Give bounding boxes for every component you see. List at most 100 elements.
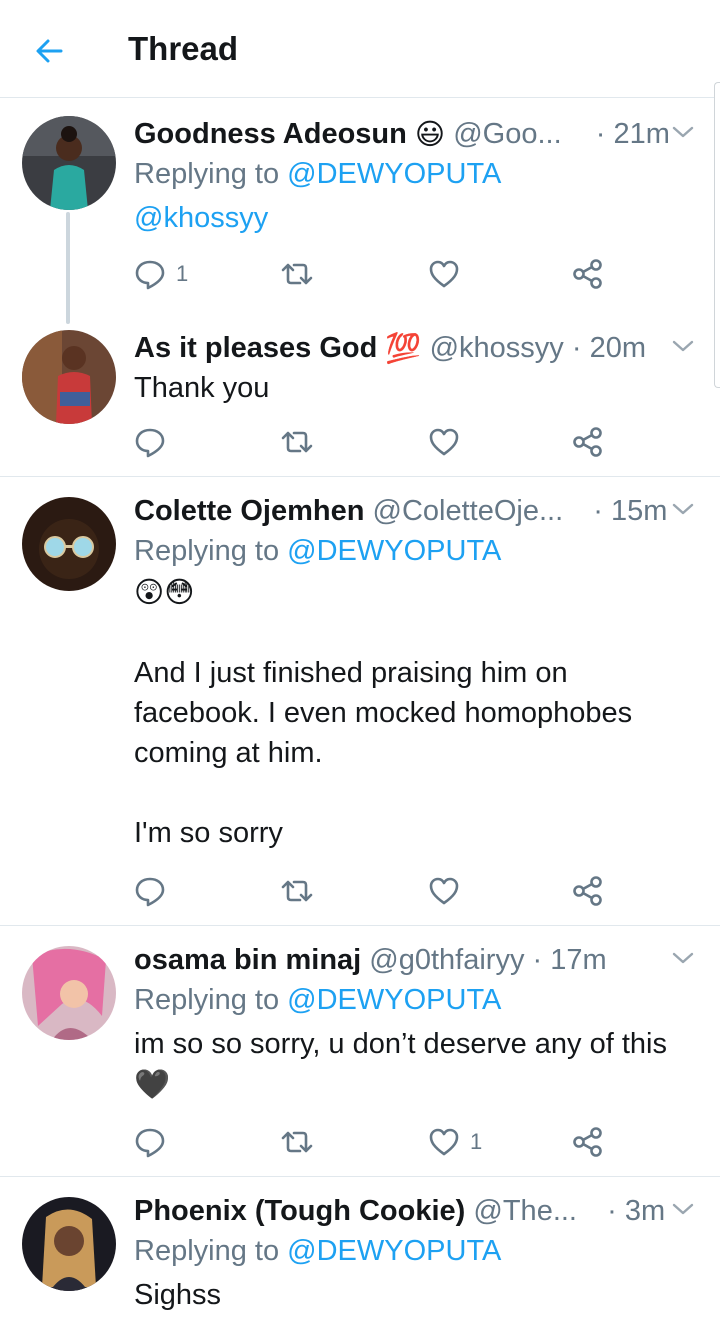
like-button[interactable]: 1: [428, 1122, 482, 1162]
reply-button[interactable]: [134, 871, 176, 911]
reply-icon: [135, 428, 165, 458]
like-count: 1: [470, 1129, 483, 1154]
tweet[interactable]: Phoenix (Tough Cookie) @The... · 3m Repl…: [0, 1177, 720, 1340]
reply-button[interactable]: [134, 422, 176, 462]
back-arrow-icon: [36, 39, 63, 63]
like-icon: [429, 428, 459, 456]
like-button[interactable]: [428, 871, 470, 911]
time-separator: ·: [532, 944, 543, 976]
username[interactable]: @ColetteOje...: [373, 495, 564, 527]
reply-mention-link[interactable]: @DEWYOPUTA: [287, 984, 501, 1016]
tweet-actions: 1: [134, 254, 614, 294]
caret-down-icon[interactable]: [670, 499, 696, 519]
share-button[interactable]: [572, 254, 604, 294]
caret-down-icon[interactable]: [670, 948, 696, 968]
reply-button[interactable]: 1: [134, 254, 188, 294]
like-icon: [429, 260, 459, 288]
like-button[interactable]: [428, 422, 470, 462]
username[interactable]: @g0thfairyy: [369, 944, 524, 976]
reply-button[interactable]: [134, 1122, 176, 1162]
username[interactable]: @The...: [473, 1195, 577, 1227]
reply-count: 1: [176, 261, 189, 286]
reply-mention-link[interactable]: @DEWYOPUTA: [287, 535, 501, 567]
retweet-button[interactable]: [280, 871, 314, 911]
replying-to: Replying to @DEWYOPUTA: [134, 154, 700, 194]
top-bar: Thread: [0, 0, 720, 98]
tweet-text-2: I'm so sorry: [134, 817, 283, 849]
reply-mention-link[interactable]: @DEWYOPUTA: [287, 158, 501, 190]
retweet-button[interactable]: [280, 1122, 314, 1162]
replying-to-label: Replying to: [134, 535, 280, 567]
retweet-icon: [281, 431, 313, 453]
replying-to: Replying to @DEWYOPUTA: [134, 1231, 700, 1271]
avatar[interactable]: [22, 330, 116, 424]
retweet-icon: [281, 1131, 313, 1153]
share-icon: [573, 1127, 602, 1157]
display-name[interactable]: As it pleases God: [134, 332, 377, 364]
reply-mention-link[interactable]: @DEWYOPUTA: [287, 1235, 501, 1267]
caret-down-icon[interactable]: [670, 336, 696, 356]
share-button[interactable]: [572, 422, 604, 462]
like-icon: [429, 1128, 459, 1156]
tweet-actions: [134, 871, 614, 911]
username[interactable]: @khossyy: [430, 332, 564, 364]
tweet[interactable]: As it pleases God 💯 @khossyy · 20m Thank…: [0, 318, 720, 476]
avatar[interactable]: [22, 946, 116, 1040]
share-button[interactable]: [572, 871, 604, 911]
name-emoji: 💯: [385, 333, 422, 366]
tweet-emojis: 😲😳: [134, 577, 195, 609]
timestamp[interactable]: 3m: [625, 1195, 665, 1227]
thread-line: [66, 212, 70, 324]
retweet-icon: [281, 880, 313, 902]
display-name[interactable]: osama bin minaj: [134, 944, 361, 976]
tweet-text-content: im so so sorry, u don’t deserve any of t…: [134, 1028, 667, 1060]
back-button[interactable]: [26, 28, 72, 74]
time-separator: ·: [595, 118, 606, 150]
tweet-text: Sighss: [134, 1279, 222, 1311]
caret-down-icon[interactable]: [670, 1199, 696, 1219]
display-name[interactable]: Phoenix (Tough Cookie): [134, 1195, 465, 1227]
caret-down-icon[interactable]: [670, 122, 696, 142]
heart-emoji: 🖤: [134, 1069, 171, 1102]
tweet-text: And I just finished praising him on face…: [134, 657, 633, 769]
avatar[interactable]: [22, 116, 116, 210]
avatar[interactable]: [22, 1197, 116, 1291]
tweet[interactable]: osama bin minaj @g0thfairyy · 17m Replyi…: [0, 926, 720, 1176]
reply-icon: [135, 877, 165, 907]
retweet-icon: [281, 263, 313, 285]
mention-link[interactable]: @khossyy: [134, 202, 268, 234]
page-title: Thread: [128, 30, 239, 67]
time-separator: ·: [607, 1195, 617, 1227]
timestamp[interactable]: 21m: [614, 118, 670, 150]
timestamp[interactable]: 15m: [611, 495, 667, 527]
timestamp[interactable]: 20m: [590, 332, 646, 364]
name-emoji: 😃: [414, 119, 446, 152]
avatar[interactable]: [22, 497, 116, 591]
tweet-actions: 1: [134, 1122, 614, 1162]
tweet[interactable]: Colette Ojemhen @ColetteOje... · 15m Rep…: [0, 477, 720, 925]
like-icon: [429, 877, 459, 905]
time-separator: ·: [593, 495, 603, 527]
replying-to-label: Replying to: [134, 1235, 280, 1267]
replying-to: Replying to @DEWYOPUTA: [134, 980, 700, 1020]
tweet-actions: [134, 422, 614, 462]
tweet-text: Thank you: [134, 372, 270, 404]
display-name[interactable]: Goodness Adeosun: [134, 118, 407, 150]
username[interactable]: @Goo...: [453, 118, 561, 150]
replying-to-label: Replying to: [134, 984, 280, 1016]
tweet[interactable]: Goodness Adeosun 😃 @Goo... · 21m Replyin…: [0, 98, 720, 324]
display-name[interactable]: Colette Ojemhen: [134, 495, 364, 527]
replying-to: Replying to @DEWYOPUTA: [134, 531, 700, 571]
retweet-button[interactable]: [280, 254, 314, 294]
retweet-button[interactable]: [280, 422, 314, 462]
timestamp[interactable]: 17m: [550, 944, 606, 976]
share-icon: [573, 427, 602, 457]
time-separator: ·: [571, 332, 582, 364]
tweet-text: im so so sorry, u don’t deserve any of t…: [134, 1024, 700, 1105]
reply-icon: [135, 1128, 165, 1158]
tweet-text: @khossyy: [134, 198, 700, 238]
reply-icon: [135, 260, 165, 290]
share-button[interactable]: [572, 1122, 604, 1162]
replying-to-label: Replying to: [134, 158, 280, 190]
like-button[interactable]: [428, 254, 470, 294]
